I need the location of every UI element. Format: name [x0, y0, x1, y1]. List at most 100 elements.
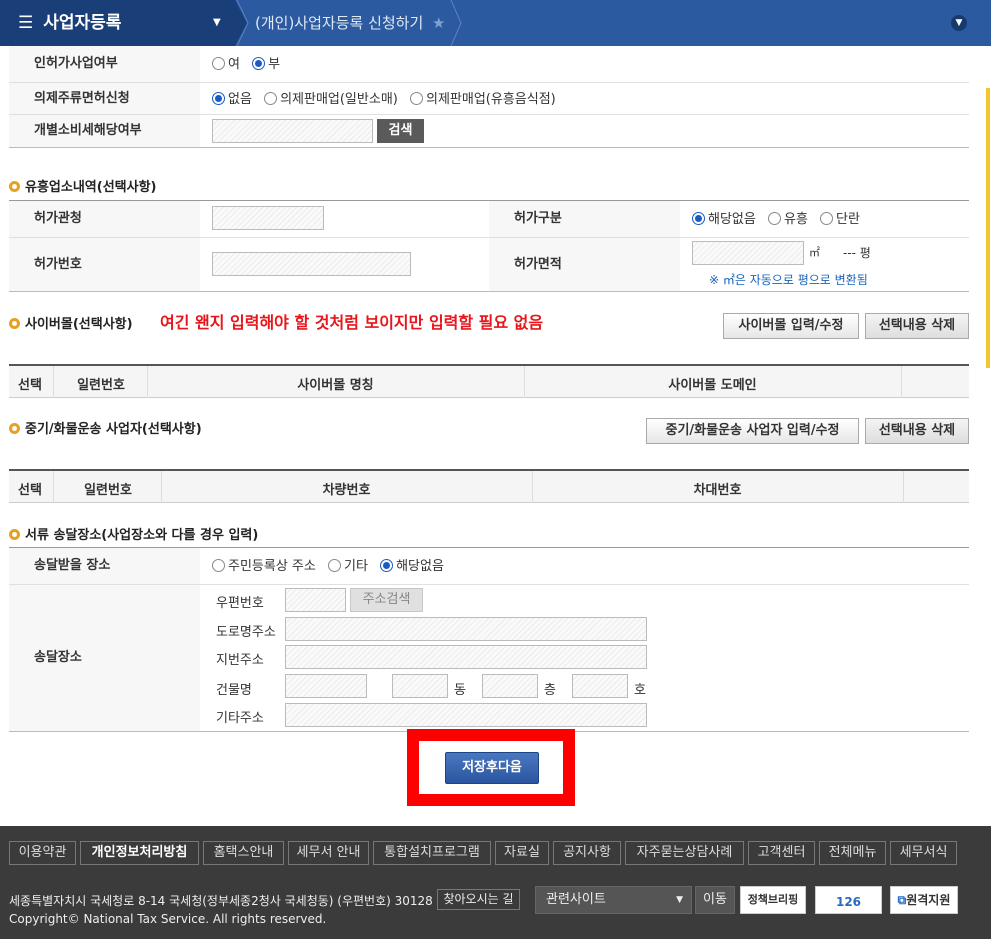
footer-link-hometax-guide[interactable]: 홈택스안내 [203, 841, 284, 865]
addr-label: 송달장소 [9, 585, 200, 731]
remote-support-button[interactable]: ⧉원격지원 [890, 886, 958, 914]
type-danran-radio[interactable] [820, 212, 834, 225]
num-input[interactable] [212, 252, 411, 276]
heavy-edit-button[interactable]: 중기/화물운송 사업자 입력/수정 [646, 418, 859, 444]
footer-link-faq[interactable]: 자주묻는상담사례 [625, 841, 744, 865]
cybermall-edit-button[interactable]: 사이버몰 입력/수정 [723, 313, 859, 339]
liquor-options: 없음 의제판매업(일반소매) 의제판매업(유흥음식점) [212, 83, 556, 116]
col-serial: 일련번호 [77, 378, 125, 393]
related-sites-value: 관련사이트 [546, 892, 606, 907]
breadcrumb-separator [235, 0, 249, 46]
heavy-delete-button[interactable]: 선택내용 삭제 [865, 418, 969, 444]
footer-link-customer[interactable]: 고객센터 [748, 841, 815, 865]
col-serial: 일련번호 [84, 483, 132, 498]
footer-link-notice[interactable]: 공지사항 [553, 841, 621, 865]
menu-title: 사업자등록 [43, 13, 122, 33]
auth-label: 허가관청 [9, 201, 200, 237]
area-label: 허가면적 [489, 238, 680, 291]
type-danran-label: 단란 [836, 212, 860, 227]
liquor-label: 의제주류면허신청 [9, 83, 200, 114]
go-button[interactable]: 이동 [695, 886, 735, 914]
place-options: 주민등록상 주소 기타 해당없음 [212, 548, 444, 586]
dropdown-icon[interactable]: ▼ [213, 0, 221, 46]
call-126-banner[interactable]: 126 [815, 886, 882, 914]
auth-input[interactable] [212, 206, 324, 230]
floor-label: 층 [544, 683, 556, 698]
liquor-row: 의제주류면허신청 없음 의제판매업(일반소매) 의제판매업(유흥음식점) [9, 83, 969, 115]
building-input[interactable] [285, 674, 367, 698]
heavy-section-title: 중기/화물운송 사업자(선택사항) [9, 418, 202, 437]
ho-input[interactable] [572, 674, 628, 698]
menu-button[interactable]: ☰ 사업자등록 ▼ [0, 0, 235, 46]
bullet-icon [9, 529, 20, 540]
bullet-icon [9, 318, 20, 329]
etc-input[interactable] [285, 703, 647, 727]
type-none-radio[interactable] [692, 212, 705, 225]
footer-link-tax-office[interactable]: 세무서 안내 [288, 841, 369, 865]
liquor-none-label: 없음 [228, 92, 252, 107]
expand-icon[interactable]: ▼ [951, 15, 967, 31]
footer-link-terms[interactable]: 이용약관 [9, 841, 76, 865]
zip-input[interactable] [285, 588, 346, 612]
place-other-radio[interactable] [328, 559, 341, 572]
footer-copyright: Copyright© National Tax Service. All rig… [9, 912, 327, 926]
liquor-retail-label: 의제판매업(일반소매) [280, 92, 398, 107]
road-input[interactable] [285, 617, 647, 641]
save-next-button[interactable]: 저장후다음 [445, 752, 539, 784]
delivery-section-title: 서류 송달장소(사업장소와 다를 경우 입력) [9, 524, 258, 543]
area-note: ※ ㎡은 자동으로 평으로 변환됨 [709, 273, 868, 287]
place-none-radio[interactable] [380, 559, 394, 572]
footer-address: 세종특별자치시 국세청로 8-14 국세청(정부세종2청사 국세청동) (우편번… [9, 894, 433, 908]
num-label: 허가번호 [9, 238, 200, 291]
call-126-number: 126 [835, 895, 862, 909]
lot-input[interactable] [285, 645, 647, 669]
delivery-address-row: 송달장소 우편번호 주소검색 도로명주소 지번주소 건물명 동 층 호 기타주소 [9, 585, 969, 732]
briefing-banner[interactable]: 정책브리핑 [740, 886, 806, 914]
pyeong-value: --- 평 [843, 246, 871, 260]
remote-icon: ⧉ [897, 893, 907, 907]
place-resident-radio[interactable] [212, 559, 225, 572]
place-none-label: 해당없음 [396, 559, 444, 574]
bullet-icon [9, 423, 20, 434]
floor-input[interactable] [482, 674, 538, 698]
footer-link-tax-forms[interactable]: 세무서식 [890, 841, 957, 865]
favorite-star-icon[interactable]: ★ [432, 0, 445, 46]
footer: 이용약관 개인정보처리방침 홈택스안내 세무서 안내 통합설치프로그램 자료실 … [0, 826, 991, 939]
footer-link-privacy[interactable]: 개인정보처리방침 [80, 841, 199, 865]
excise-input[interactable] [212, 119, 373, 143]
col-select: 선택 [18, 483, 42, 498]
footer-link-library[interactable]: 자료실 [495, 841, 549, 865]
license-label: 인허가사업여부 [9, 46, 200, 82]
delivery-place-row: 송달받을 장소 주민등록상 주소 기타 해당없음 [9, 548, 969, 585]
license-no-radio[interactable] [252, 57, 266, 70]
area-input[interactable] [692, 241, 804, 265]
cybermall-warning: 여긴 왠지 입력해야 할 것처럼 보이지만 입력할 필요 없음 [160, 313, 544, 332]
scroll-indicator[interactable] [986, 88, 990, 368]
breadcrumb[interactable]: (개인)사업자등록 신청하기 [255, 0, 423, 46]
liquor-none-radio[interactable] [212, 92, 225, 105]
col-mall-domain: 사이버몰 도메인 [668, 378, 757, 393]
address-search-button[interactable]: 주소검색 [350, 588, 423, 612]
liquor-retail-radio[interactable] [264, 92, 278, 105]
license-yes-radio[interactable] [212, 57, 225, 70]
select-arrow-icon: ▼ [676, 895, 683, 905]
excise-label: 개별소비세해당여부 [9, 115, 200, 147]
cybermall-delete-button[interactable]: 선택내용 삭제 [865, 313, 969, 339]
license-no-label: 부 [268, 57, 281, 72]
entertainment-row-1: 허가관청 허가구분 해당없음 유흥 단란 [9, 201, 969, 238]
type-entertain-radio[interactable] [767, 212, 781, 225]
dong-input[interactable] [392, 674, 448, 698]
directions-button[interactable]: 찾아오시는 길 [437, 889, 520, 910]
related-sites-select[interactable]: 관련사이트 ▼ [535, 886, 692, 914]
road-label: 도로명주소 [216, 625, 276, 640]
excise-search-button[interactable]: 검색 [377, 119, 424, 143]
footer-link-install[interactable]: 통합설치프로그램 [373, 841, 491, 865]
place-resident-label: 주민등록상 주소 [228, 559, 316, 574]
liquor-entertainment-label: 의제판매업(유흥음식점) [426, 92, 556, 107]
entertainment-row-2: 허가번호 허가면적 ㎡ --- 평 ※ ㎡은 자동으로 평으로 변환됨 [9, 238, 969, 292]
liquor-entertainment-radio[interactable] [410, 92, 423, 105]
zip-label: 우편번호 [216, 596, 264, 611]
footer-link-all-menu[interactable]: 전체메뉴 [819, 841, 886, 865]
license-options: 여 부 [212, 46, 280, 84]
col-chassis-number: 차대번호 [693, 483, 742, 498]
